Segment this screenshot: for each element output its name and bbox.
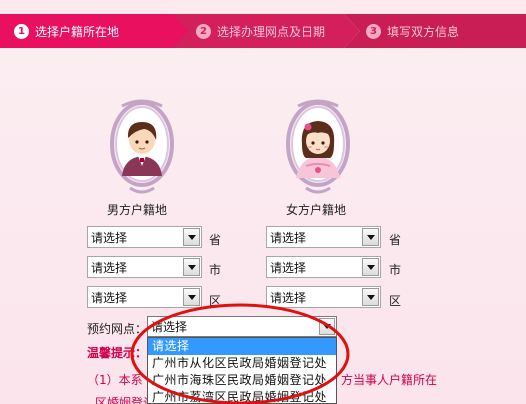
female-district-select[interactable]: 请选择 [266, 286, 381, 308]
female-city-value: 请选择 [270, 260, 307, 275]
male-province-value: 请选择 [91, 230, 128, 245]
dropdown-arrow-icon[interactable] [362, 288, 379, 306]
female-province-value: 请选择 [270, 230, 307, 245]
male-district-select[interactable]: 请选择 [87, 286, 202, 308]
female-district-value: 请选择 [270, 290, 307, 305]
male-district-value: 请选择 [91, 290, 128, 305]
appointment-point-select[interactable]: 请选择 [147, 316, 337, 337]
female-section-title: 女方户籍地 [286, 203, 347, 217]
step-bar: 1 选择户籍所在地 2 选择办理网点及日期 3 填写双方信息 [0, 0, 526, 48]
male-province-unit: 省 [209, 233, 222, 247]
tips-title: 温馨提示： [87, 346, 148, 360]
dropdown-arrow-icon[interactable] [319, 318, 335, 335]
point-label: 预约网点： [87, 322, 148, 336]
tips-line-2: 区婚姻登记 [95, 396, 156, 404]
female-city-unit: 市 [389, 263, 402, 277]
step-3[interactable]: 3 填写双方信息 [344, 14, 526, 48]
dropdown-option[interactable]: 请选择 [148, 338, 336, 355]
step-2[interactable]: 2 选择办理网点及日期 [170, 14, 360, 48]
step-label-1: 选择户籍所在地 [35, 24, 120, 39]
male-city-unit: 市 [209, 263, 222, 277]
step-number-3: 3 [366, 23, 381, 39]
female-province-select[interactable]: 请选择 [266, 226, 381, 248]
appointment-point-dropdown[interactable]: 请选择 广州市从化区民政局婚姻登记处 广州市海珠区民政局婚姻登记处 广州市荔湾区… [147, 337, 337, 404]
male-city-value: 请选择 [91, 260, 128, 275]
step-label-2: 选择办理网点及日期 [217, 24, 326, 39]
male-district-unit: 区 [209, 294, 222, 308]
step-1[interactable]: 1 选择户籍所在地 [0, 14, 188, 48]
dropdown-arrow-icon[interactable] [183, 258, 200, 276]
dropdown-arrow-icon[interactable] [183, 228, 200, 246]
male-section-title: 男方户籍地 [107, 203, 168, 217]
dropdown-arrow-icon[interactable] [362, 258, 379, 276]
female-province-unit: 省 [389, 233, 402, 247]
male-city-select[interactable]: 请选择 [87, 256, 202, 278]
dropdown-arrow-icon[interactable] [362, 228, 379, 246]
dropdown-option[interactable]: 广州市荔湾区民政局婚姻登记处 [148, 389, 336, 403]
tips-line-1-suffix: 方当事人户籍所在 [341, 373, 438, 387]
dropdown-arrow-icon[interactable] [183, 288, 200, 306]
female-district-unit: 区 [389, 294, 402, 308]
male-province-select[interactable]: 请选择 [87, 226, 202, 248]
step-number-2: 2 [196, 23, 211, 39]
dropdown-option[interactable]: 广州市海珠区民政局婚姻登记处 [148, 372, 336, 389]
female-city-select[interactable]: 请选择 [266, 256, 381, 278]
step-number-1: 1 [14, 23, 29, 39]
tips-line-1-prefix: （1）本系 [87, 373, 143, 387]
step-label-3: 填写双方信息 [387, 24, 460, 39]
groom-avatar-icon [110, 99, 174, 194]
appointment-point-value: 请选择 [151, 320, 188, 334]
bride-avatar-icon [286, 99, 350, 194]
dropdown-option[interactable]: 广州市从化区民政局婚姻登记处 [148, 355, 336, 372]
